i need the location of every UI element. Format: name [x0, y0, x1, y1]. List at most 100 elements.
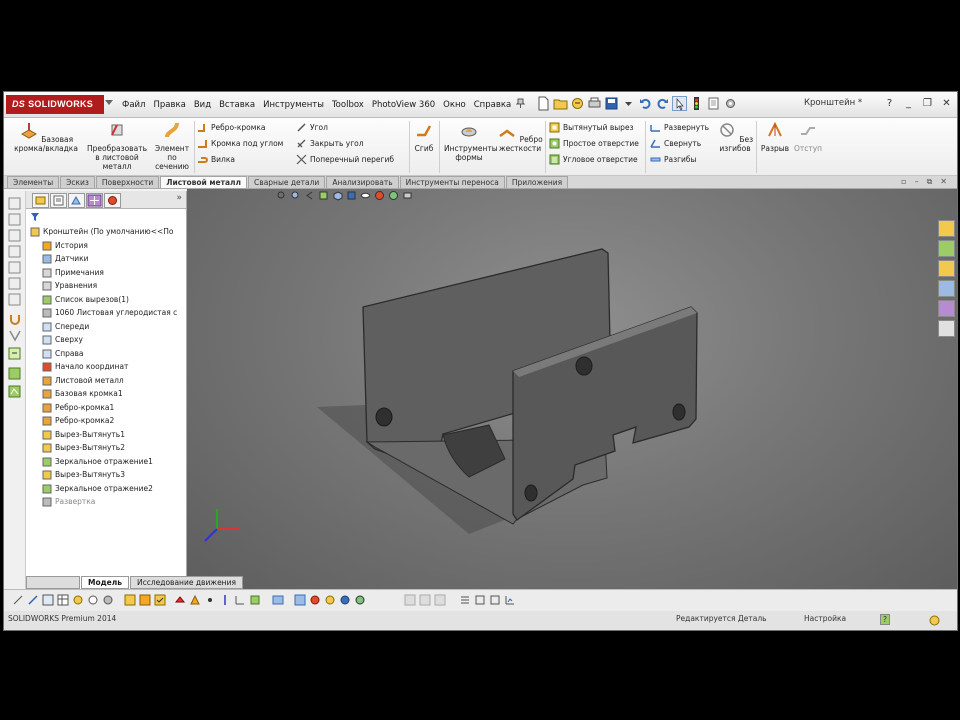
base-flange-button[interactable]: Базовая кромка/вкладка [10, 120, 82, 153]
close-panel-icon[interactable]: ✕ [940, 177, 947, 187]
axis-icon[interactable] [219, 594, 231, 606]
jog-button[interactable]: Отступ [792, 120, 824, 153]
frame-icon[interactable] [474, 594, 486, 606]
traffic-light-icon[interactable] [689, 96, 704, 111]
undo-icon[interactable] [638, 96, 653, 111]
hem-button[interactable]: Вилка [197, 154, 235, 165]
simple-hole-button[interactable]: Простое отверстие [549, 138, 639, 149]
minimize-panel-icon[interactable]: – [915, 177, 919, 187]
feature-tree-node[interactable]: Вырез-Вытянуть3 [30, 468, 186, 482]
feature-tree-node[interactable]: Базовая кромка1 [30, 387, 186, 401]
restore-button[interactable]: ❐ [920, 97, 935, 110]
list-icon[interactable] [459, 594, 471, 606]
options-icon[interactable] [102, 594, 114, 606]
feature-tree-node[interactable]: Датчики [30, 252, 186, 266]
sketch-tool-icon[interactable] [12, 594, 24, 606]
trim-entities-icon[interactable] [8, 329, 21, 342]
command-tab[interactable]: Эскиз [60, 176, 95, 188]
feature-tree-node[interactable]: Уравнения [30, 279, 186, 293]
property-manager-tab-icon[interactable] [50, 193, 67, 208]
sketch-fillet-icon[interactable] [8, 313, 21, 326]
command-tab[interactable]: Элементы [7, 176, 60, 188]
model-tab[interactable]: Модель [81, 576, 129, 589]
cross-break-button[interactable]: Поперечный перегиб [296, 154, 394, 165]
appearances-icon[interactable] [938, 300, 955, 317]
apply-scene-icon[interactable] [388, 190, 399, 201]
display-relations-icon[interactable] [8, 385, 21, 398]
feature-tree-tab-icon[interactable] [32, 193, 49, 208]
rebuild-small-icon[interactable] [72, 594, 84, 606]
view-palette-icon[interactable] [938, 280, 955, 297]
arc-icon[interactable] [8, 277, 21, 290]
feature-tree-node[interactable]: Справа [30, 347, 186, 361]
solidworks-logo[interactable]: DS SOLIDWORKS [6, 95, 104, 114]
feature-tree-node[interactable]: 1060 Листовая углеродистая с [30, 306, 186, 320]
status-units[interactable]: Настройка [804, 614, 846, 623]
sketched-bend-button[interactable]: Ребро жесткости [496, 120, 544, 153]
forming-tool-button[interactable]: Инструменты формы [444, 120, 498, 162]
close-button[interactable]: ✕ [939, 97, 954, 110]
menu-toolbox[interactable]: Toolbox [328, 98, 368, 112]
frame-icon[interactable] [489, 594, 501, 606]
menu-file[interactable]: Файл [118, 98, 149, 112]
appearance-icon[interactable] [294, 594, 306, 606]
grid-icon[interactable] [42, 594, 54, 606]
mate-reference-icon[interactable] [249, 594, 261, 606]
save-icon[interactable] [604, 96, 619, 111]
color-red-icon[interactable] [309, 594, 321, 606]
options-gear-icon[interactable] [723, 96, 738, 111]
configuration-manager-tab-icon[interactable] [68, 193, 85, 208]
rip-button[interactable]: Разрыв [759, 120, 791, 153]
feature-tree-node[interactable]: Ребро-кромка2 [30, 414, 186, 428]
open-folder-icon[interactable] [553, 96, 568, 111]
minimize-button[interactable]: _ [901, 97, 916, 110]
menu-insert[interactable]: Вставка [215, 98, 259, 112]
feature-tree-node[interactable]: Зеркальное отражение2 [30, 482, 186, 496]
file-properties-icon[interactable] [706, 96, 721, 111]
mounting-hole[interactable] [524, 484, 538, 502]
edit-appearance-icon[interactable] [374, 190, 385, 201]
display-manager-tab-icon[interactable] [104, 193, 121, 208]
menu-tools[interactable]: Инструменты [259, 98, 328, 112]
line-tool-icon[interactable] [27, 594, 39, 606]
zoom-to-area-icon[interactable] [290, 190, 301, 201]
zoom-to-fit-icon[interactable] [276, 190, 287, 201]
feature-tree-node[interactable]: Ребро-кромка1 [30, 401, 186, 415]
mounting-hole[interactable] [672, 403, 686, 421]
miter-flange-button[interactable]: Кромка под углом [197, 138, 283, 149]
disabled-tool-icon[interactable] [419, 594, 431, 606]
design-library-icon[interactable] [938, 240, 955, 257]
command-tab[interactable]: Анализировать [326, 176, 399, 188]
view-settings-icon[interactable] [402, 190, 413, 201]
file-explorer-icon[interactable] [938, 260, 955, 277]
vent-button[interactable]: Угловое отверстие [549, 154, 638, 165]
print-icon[interactable] [587, 96, 602, 111]
redo-icon[interactable] [655, 96, 670, 111]
feature-tree-node[interactable]: Листовой металл [30, 374, 186, 388]
feature-tree-node[interactable]: Развертка [30, 495, 186, 509]
model-tab[interactable] [26, 576, 80, 589]
search-commands-input[interactable]: Кронштейн * [804, 98, 862, 108]
select-arrow-icon[interactable] [672, 96, 687, 111]
scene-icon[interactable] [354, 594, 366, 606]
collapse-panel-icon[interactable]: » [176, 193, 182, 203]
disabled-tool-icon[interactable] [434, 594, 446, 606]
corners-button[interactable]: Угол [296, 122, 328, 133]
coordinate-system-icon[interactable] [234, 594, 246, 606]
circle-icon[interactable] [8, 261, 21, 274]
model-canvas[interactable] [187, 189, 957, 592]
filter-icon[interactable] [30, 212, 40, 222]
menu-help[interactable]: Справка [470, 98, 515, 112]
command-tab[interactable]: Листовой металл [160, 176, 248, 188]
model-tab[interactable]: Исследование движения [130, 576, 243, 589]
help-icon[interactable]: ? [882, 97, 897, 110]
feature-orange-icon[interactable] [139, 594, 151, 606]
line-icon[interactable] [8, 229, 21, 242]
table-icon[interactable] [57, 594, 69, 606]
feature-tree-node[interactable]: Сверху [30, 333, 186, 347]
mounting-hole[interactable] [375, 407, 393, 427]
feature-yellow-icon[interactable] [124, 594, 136, 606]
view-orientation-icon[interactable] [332, 190, 343, 201]
fold-button[interactable]: Сгиб [411, 120, 437, 153]
color-blue-icon[interactable] [339, 594, 351, 606]
